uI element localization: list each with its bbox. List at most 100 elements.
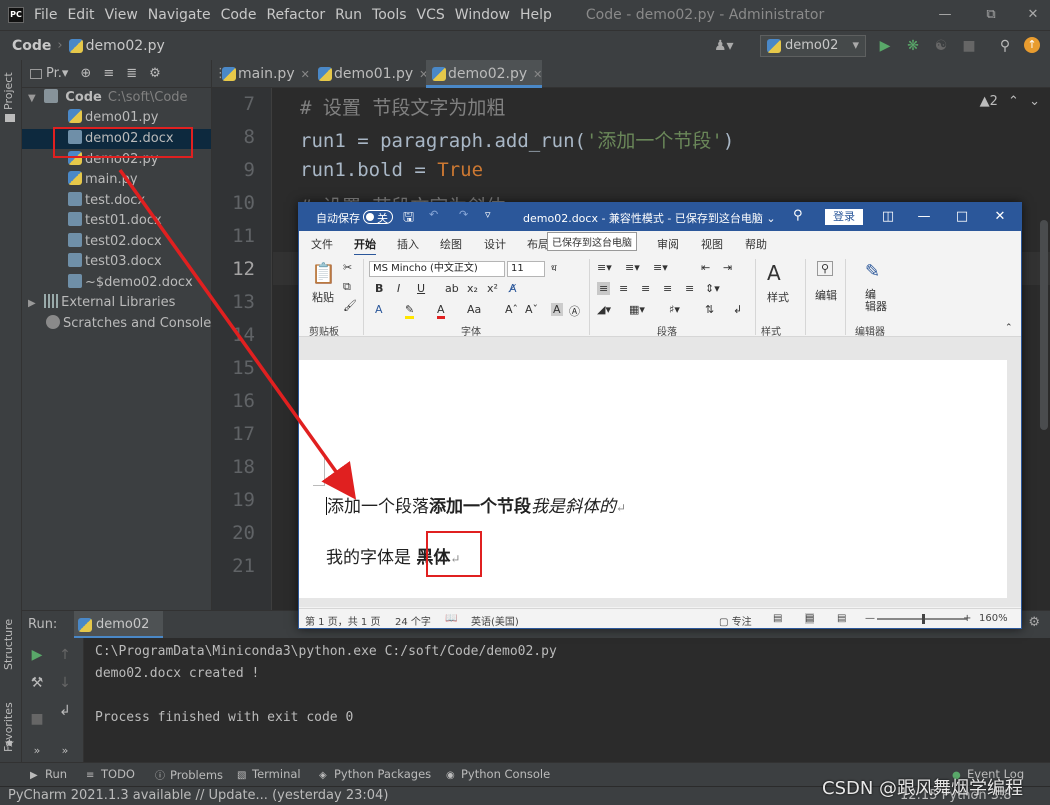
gear-icon[interactable]: ⚙ <box>149 66 161 81</box>
editor-icon[interactable]: ✎ <box>865 261 880 282</box>
font-name-select[interactable]: MS Mincho (中文正文) <box>369 261 505 277</box>
bottom-tab-python-packages[interactable]: ◈ Python Packages <box>319 767 431 781</box>
format-painter-icon[interactable]: 🖌 <box>343 299 357 312</box>
undo-icon[interactable]: ↶ <box>429 208 438 221</box>
font-size-select[interactable]: 11 <box>507 261 545 277</box>
document-page[interactable]: 添加一个段落添加一个节段我是斜体的↵ 我的字体是 黑体↵ <box>299 360 1007 598</box>
close-icon[interactable]: ✕ <box>533 68 542 81</box>
styles-icon[interactable]: A <box>767 261 781 285</box>
shading-icon[interactable]: ◢▾ <box>597 303 611 316</box>
search-icon[interactable]: ⚲ <box>817 261 834 276</box>
update-icon[interactable]: ↑ <box>1024 37 1040 53</box>
tree-external-libraries[interactable]: ▶ External Libraries <box>22 293 211 313</box>
align-right-icon[interactable]: ≡ <box>641 282 650 295</box>
customize-qat-icon[interactable]: ▿ <box>485 208 491 221</box>
close-window-button[interactable]: ✕ <box>1018 4 1048 26</box>
menu-vcs[interactable]: VCS <box>417 7 445 23</box>
sort-icon[interactable]: ⇅ <box>705 303 714 316</box>
redo-icon[interactable]: ↷ <box>459 208 468 221</box>
bottom-tab-run[interactable]: ▶ Run <box>30 767 67 781</box>
copy-icon[interactable]: ⧉ <box>343 280 351 294</box>
tree-file-test-docx[interactable]: test.docx <box>22 191 211 211</box>
save-icon[interactable]: 🖫 <box>403 208 414 230</box>
distributed-icon[interactable]: ≡ <box>685 282 694 295</box>
tree-file-main-py[interactable]: main.py <box>22 170 211 190</box>
menu-navigate[interactable]: Navigate <box>148 7 211 23</box>
project-view-select[interactable]: Pr.▾ <box>46 66 68 81</box>
change-case-icon[interactable]: Aa <box>467 303 481 316</box>
restore-button[interactable]: ⧉ <box>976 4 1006 26</box>
align-center-icon[interactable]: ≡ <box>619 282 628 295</box>
paste-icon[interactable]: 📋 <box>311 261 336 285</box>
menu-run[interactable]: Run <box>335 7 362 23</box>
ribbon-tab-review[interactable]: 审阅 <box>657 236 679 252</box>
page-count[interactable]: 第 1 页，共 1 页 <box>305 613 380 628</box>
zoom-level[interactable]: 160% <box>979 613 1008 624</box>
more-icon[interactable]: » <box>28 742 46 760</box>
arrow-down-icon[interactable]: ↓ <box>56 674 74 692</box>
highlight-color-icon[interactable]: ✎ <box>405 303 415 319</box>
borders-icon[interactable]: ▦▾ <box>629 303 645 316</box>
word-count[interactable]: 24 个字 <box>395 613 431 628</box>
subscript-icon[interactable]: x₂ <box>467 282 478 295</box>
stop-icon[interactable]: ■ <box>960 37 978 55</box>
zoom-in-icon[interactable]: + <box>963 613 971 624</box>
code-line-8[interactable]: run1 = paragraph.add_run('添加一个节段') <box>300 126 734 153</box>
search-icon[interactable]: ⚲ <box>793 208 803 223</box>
editing-button[interactable]: 编辑 <box>815 287 837 303</box>
editor-scrollbar[interactable] <box>1040 220 1048 430</box>
italic-button[interactable]: I <box>397 282 400 295</box>
enclose-char-icon[interactable]: Ⓐ <box>569 303 580 319</box>
align-left-icon[interactable]: ≡ <box>597 282 611 295</box>
menu-view[interactable]: View <box>105 7 138 23</box>
arrow-up-icon[interactable]: ↑ <box>56 646 74 664</box>
bottom-tab-python-console[interactable]: ◉ Python Console <box>446 767 550 781</box>
increase-indent-icon[interactable]: ⇥ <box>723 261 732 274</box>
collapse-ribbon-icon[interactable]: ⌃ <box>1005 323 1013 333</box>
proofing-icon[interactable]: 📖 <box>445 613 457 624</box>
tree-file-test03-docx[interactable]: test03.docx <box>22 252 211 272</box>
collapse-all-icon[interactable]: ≣ <box>126 66 137 81</box>
login-button[interactable]: 登录 <box>825 209 863 225</box>
show-marks-icon[interactable]: ↲ <box>733 303 742 316</box>
menu-code[interactable]: Code <box>221 7 257 23</box>
project-side-tab[interactable]: Project <box>2 72 15 110</box>
ribbon-tab-design[interactable]: 设计 <box>484 236 506 252</box>
language[interactable]: 英语(美国) <box>471 613 519 628</box>
menu-tools[interactable]: Tools <box>372 7 407 23</box>
stop-icon[interactable]: ■ <box>28 710 46 728</box>
bottom-tab-problems[interactable]: ⓘ Problems <box>155 767 223 782</box>
strikethrough-icon[interactable]: ab <box>445 282 459 295</box>
styles-button[interactable]: 样式 <box>767 289 789 305</box>
chevron-down-icon[interactable]: ⌄ <box>1029 94 1040 109</box>
clear-format-icon[interactable]: A̸ <box>509 282 517 295</box>
ribbon-tab-layout[interactable]: 布局 <box>527 236 549 252</box>
minimize-button[interactable]: — <box>909 207 939 227</box>
menu-file[interactable]: File <box>34 7 57 23</box>
menu-help[interactable]: Help <box>520 7 552 23</box>
inspection-widget[interactable]: ▲2 ⌃ ⌄ <box>980 94 1040 109</box>
chevron-up-icon[interactable]: ⌃ <box>1008 94 1019 109</box>
wrench-icon[interactable]: ⚒ <box>28 674 46 692</box>
tree-file-test01-docx[interactable]: test01.docx <box>22 211 211 231</box>
ribbon-tab-insert[interactable]: 插入 <box>397 236 419 252</box>
ribbon-display-icon[interactable]: ◫ <box>873 207 903 227</box>
search-icon[interactable]: ⚲ <box>996 37 1014 55</box>
tab-main-py[interactable]: main.py ✕ <box>216 60 310 88</box>
tree-file-temp-demo02-docx[interactable]: ~$demo02.docx <box>22 273 211 293</box>
more-icon[interactable]: » <box>56 742 74 760</box>
rerun-icon[interactable]: ▶ <box>28 646 46 664</box>
debug-icon[interactable]: ❋ <box>904 37 922 55</box>
tree-file-test02-docx[interactable]: test02.docx <box>22 232 211 252</box>
bottom-tab-terminal[interactable]: ▧ Terminal <box>237 767 301 781</box>
bottom-tab-todo[interactable]: ≡ TODO <box>86 767 135 781</box>
multilevel-list-icon[interactable]: ≡▾ <box>653 261 668 274</box>
read-mode-icon[interactable]: ▤ <box>773 613 782 624</box>
ribbon-tab-file[interactable]: 文件 <box>311 236 333 252</box>
focus-mode-button[interactable]: ▢ 专注 <box>719 613 752 628</box>
close-icon[interactable]: ✕ <box>301 68 310 81</box>
zoom-out-icon[interactable]: — <box>865 613 875 624</box>
tree-scratches[interactable]: Scratches and Consoles <box>22 314 218 334</box>
doc-paragraph-1[interactable]: 添加一个段落添加一个节段我是斜体的↵ <box>326 492 626 517</box>
ribbon-tab-home[interactable]: 开始 <box>354 236 376 256</box>
